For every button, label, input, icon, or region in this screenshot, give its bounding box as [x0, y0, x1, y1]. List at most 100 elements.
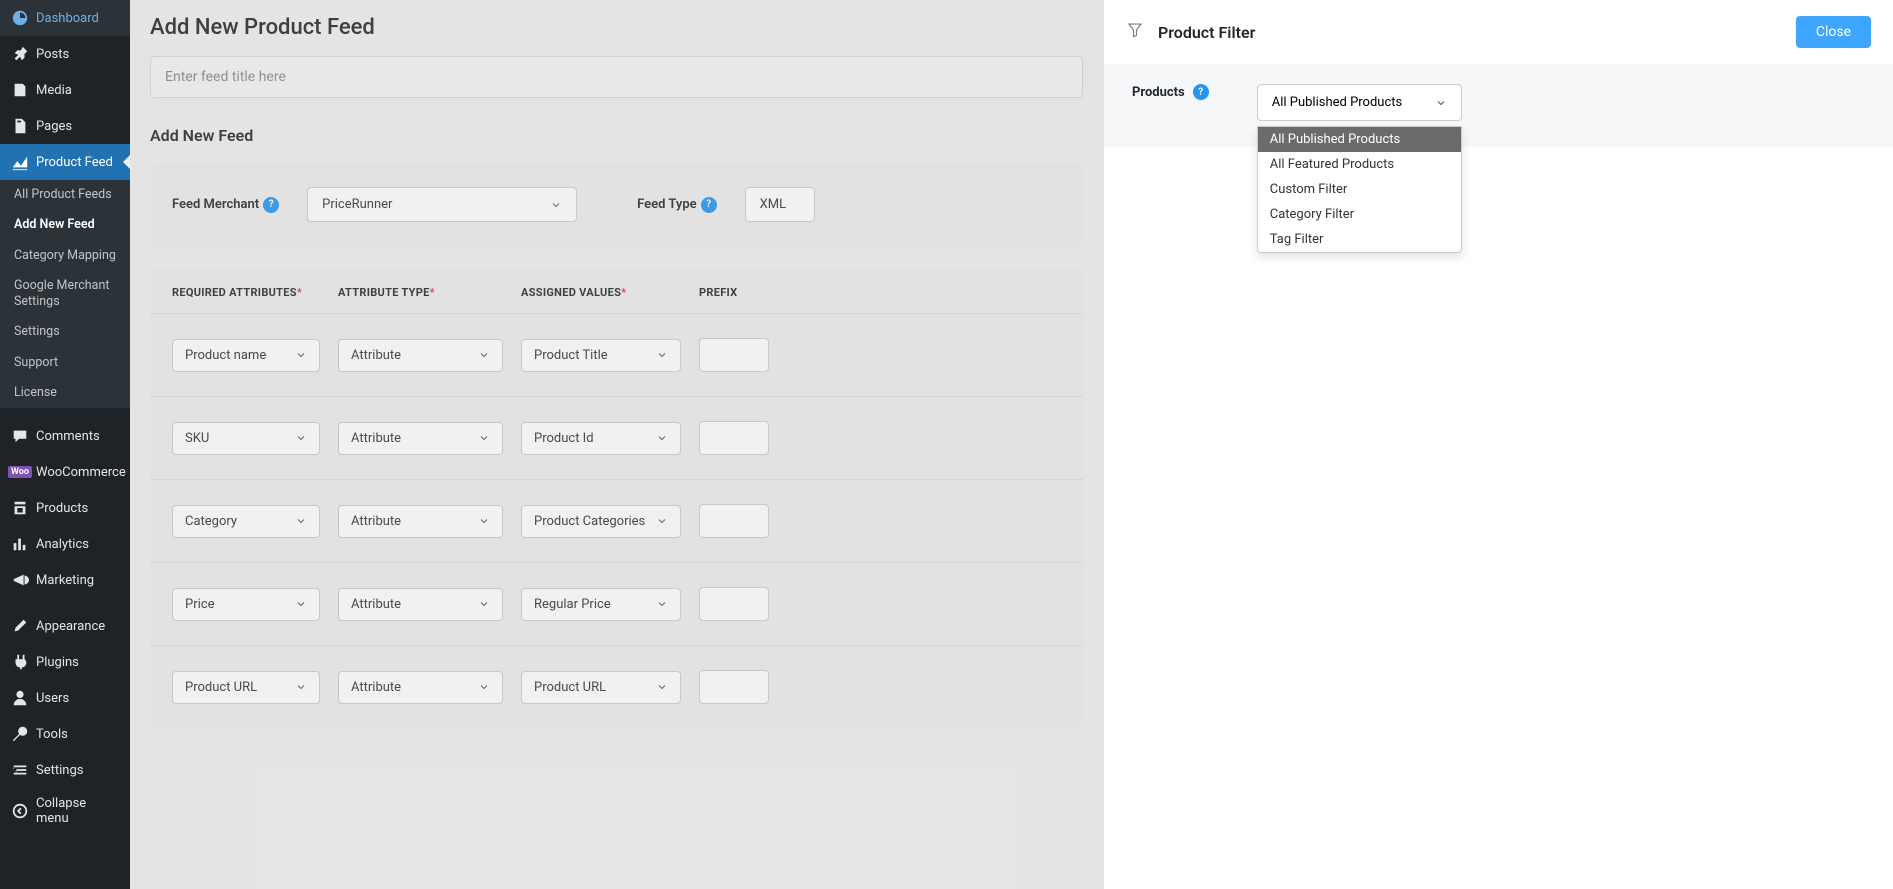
- nav-item-comments[interactable]: Comments: [0, 418, 130, 454]
- nav-item-woocommerce[interactable]: Woo WooCommerce: [0, 454, 130, 490]
- help-icon[interactable]: ?: [1193, 84, 1209, 100]
- table-row: Product URL Attribute Product URL: [150, 646, 1083, 728]
- nav-label: Collapse menu: [36, 796, 120, 826]
- help-icon[interactable]: ?: [263, 197, 279, 213]
- required-attr-select[interactable]: Price: [172, 588, 320, 621]
- nav-item-media[interactable]: Media: [0, 72, 130, 108]
- nav-item-analytics[interactable]: Analytics: [0, 526, 130, 562]
- products-select-value: All Published Products: [1272, 95, 1403, 110]
- table-row: Category Attribute Product Categories: [150, 480, 1083, 563]
- nav-label: Tools: [36, 727, 68, 742]
- nav-item-plugins[interactable]: Plugins: [0, 644, 130, 680]
- admin-sidebar: Dashboard Posts Media Pages Product FeedAll …: [0, 0, 130, 889]
- product-feed-submenu: All Product FeedsAdd New FeedCategory Ma…: [0, 180, 130, 408]
- prefix-input[interactable]: [699, 670, 769, 704]
- nav-label: Posts: [36, 47, 69, 62]
- prefix-input[interactable]: [699, 504, 769, 538]
- chevron-down-icon: [656, 349, 668, 361]
- dropdown-option[interactable]: All Featured Products: [1258, 152, 1461, 177]
- required-attr-select[interactable]: Product URL: [172, 671, 320, 704]
- nav-label: Analytics: [36, 537, 89, 552]
- help-icon[interactable]: ?: [701, 197, 717, 213]
- feed-type-select-value: XML: [760, 197, 787, 212]
- col-required: REQUIRED ATTRIBUTES: [172, 286, 297, 299]
- table-row: SKU Attribute Product Id: [150, 397, 1083, 480]
- feed-type-select[interactable]: XML: [745, 187, 815, 222]
- merchant-select-value: PriceRunner: [322, 197, 392, 212]
- attr-type-select[interactable]: Attribute: [338, 505, 503, 538]
- media-icon: [10, 80, 30, 100]
- dropdown-option[interactable]: Category Filter: [1258, 202, 1461, 227]
- submenu-item-category-mapping[interactable]: Category Mapping: [0, 241, 130, 271]
- nav-label: Pages: [36, 119, 72, 134]
- required-attr-select[interactable]: Product name: [172, 339, 320, 372]
- dropdown-option[interactable]: Custom Filter: [1258, 177, 1461, 202]
- plugins-icon: [10, 652, 30, 672]
- chevron-down-icon: [656, 432, 668, 444]
- analytics-icon: [10, 534, 30, 554]
- required-attr-select[interactable]: Category: [172, 505, 320, 538]
- prefix-input[interactable]: [699, 338, 769, 372]
- settings-icon: [10, 760, 30, 780]
- col-assigned: ASSIGNED VALUES: [521, 286, 621, 299]
- nav-item-posts[interactable]: Posts: [0, 36, 130, 72]
- attr-type-select[interactable]: Attribute: [338, 422, 503, 455]
- collapse-icon: [10, 801, 30, 821]
- nav-label: Products: [36, 501, 88, 516]
- nav-label: Dashboard: [36, 11, 99, 26]
- submenu-item-google-merchant-settings[interactable]: Google Merchant Settings: [0, 271, 130, 318]
- products-select[interactable]: All Published Products: [1257, 84, 1462, 121]
- merchant-select[interactable]: PriceRunner: [307, 187, 577, 222]
- submenu-item-add-new-feed[interactable]: Add New Feed: [0, 210, 130, 240]
- woo-icon: Woo: [10, 462, 30, 482]
- prefix-input[interactable]: [699, 421, 769, 455]
- close-button[interactable]: Close: [1796, 16, 1871, 48]
- nav-item-products[interactable]: Products: [0, 490, 130, 526]
- tools-icon: [10, 724, 30, 744]
- nav-item-tools[interactable]: Tools: [0, 716, 130, 752]
- nav-label: Settings: [36, 763, 83, 778]
- dropdown-option[interactable]: All Published Products: [1258, 127, 1461, 152]
- attr-type-select[interactable]: Attribute: [338, 588, 503, 621]
- nav-item-appearance[interactable]: Appearance: [0, 608, 130, 644]
- chevron-down-icon: [295, 681, 307, 693]
- assigned-value-select[interactable]: Product Title: [521, 339, 681, 372]
- product-filter-panel: Product Filter Close Products ? All Publ…: [1103, 0, 1893, 889]
- nav-label: Users: [36, 691, 69, 706]
- chevron-down-icon: [656, 515, 668, 527]
- submenu-item-license[interactable]: License: [0, 378, 130, 408]
- submenu-item-support[interactable]: Support: [0, 348, 130, 378]
- submenu-item-settings[interactable]: Settings: [0, 317, 130, 347]
- chevron-down-icon: [656, 598, 668, 610]
- assigned-value-select[interactable]: Regular Price: [521, 588, 681, 621]
- table-row: Price Attribute Regular Price: [150, 563, 1083, 646]
- chevron-down-icon: [478, 681, 490, 693]
- table-header: REQUIRED ATTRIBUTES* ATTRIBUTE TYPE* ASS…: [150, 268, 1083, 314]
- nav-item-dashboard[interactable]: Dashboard: [0, 0, 130, 36]
- assigned-value-select[interactable]: Product Categories: [521, 505, 681, 538]
- col-type: ATTRIBUTE TYPE: [338, 286, 430, 299]
- nav-item-settings[interactable]: Settings: [0, 752, 130, 788]
- required-attr-select[interactable]: SKU: [172, 422, 320, 455]
- pages-icon: [10, 116, 30, 136]
- nav-item-pages[interactable]: Pages: [0, 108, 130, 144]
- submenu-item-all-product-feeds[interactable]: All Product Feeds: [0, 180, 130, 210]
- dropdown-option[interactable]: Tag Filter: [1258, 227, 1461, 252]
- nav-item-users[interactable]: Users: [0, 680, 130, 716]
- assigned-value-select[interactable]: Product URL: [521, 671, 681, 704]
- nav-label: WooCommerce: [36, 465, 126, 480]
- assigned-value-select[interactable]: Product Id: [521, 422, 681, 455]
- attr-type-select[interactable]: Attribute: [338, 339, 503, 372]
- nav-item-marketing[interactable]: Marketing: [0, 562, 130, 598]
- main-content: Add New Product Feed Add New Feed Feed M…: [130, 0, 1103, 889]
- nav-item-product-feed[interactable]: Product Feed: [0, 144, 130, 180]
- feed-config-bar: Feed Merchant ? PriceRunner Feed Type ? …: [150, 163, 1083, 246]
- panel-body: Products ? All Published Products All Pu…: [1104, 64, 1893, 147]
- prefix-input[interactable]: [699, 587, 769, 621]
- comments-icon: [10, 426, 30, 446]
- feed-title-input[interactable]: [150, 56, 1083, 98]
- chevron-down-icon: [1435, 97, 1447, 109]
- chevron-down-icon: [295, 598, 307, 610]
- attr-type-select[interactable]: Attribute: [338, 671, 503, 704]
- nav-item-collapse-menu[interactable]: Collapse menu: [0, 788, 130, 834]
